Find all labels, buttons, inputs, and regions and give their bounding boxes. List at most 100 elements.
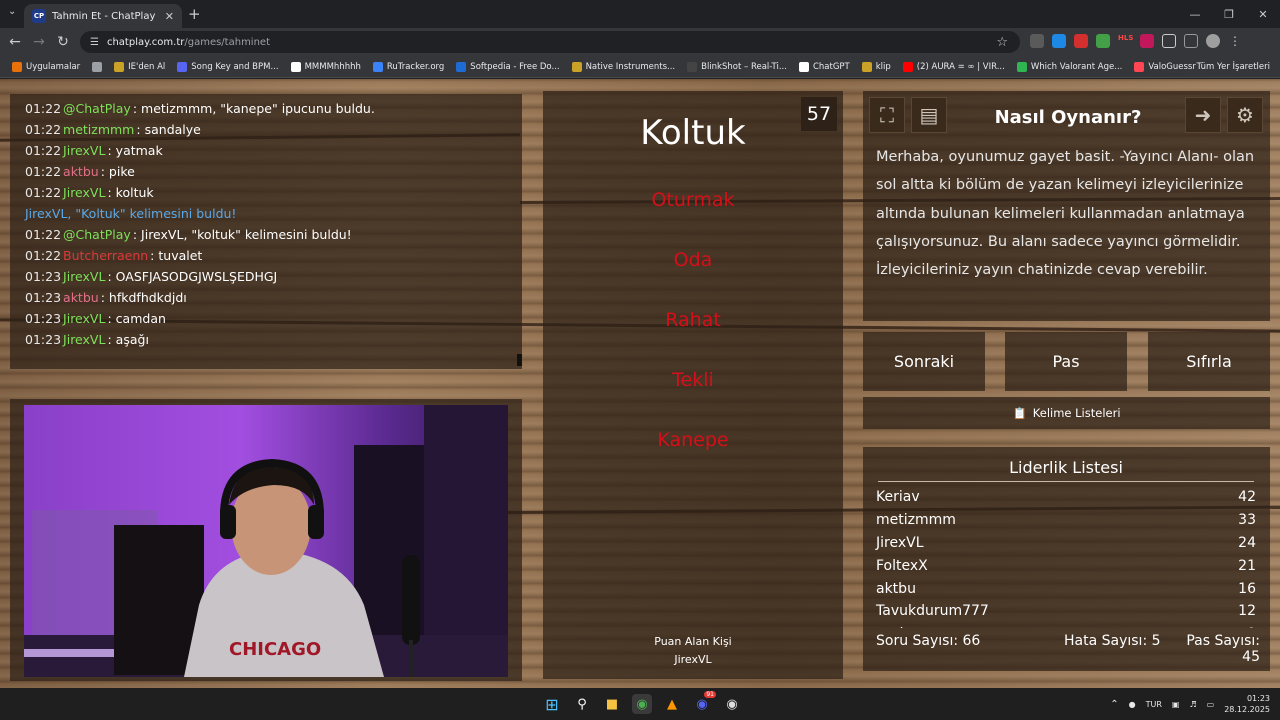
folder-icon [861,61,872,72]
volume-icon[interactable]: ♬ [1189,700,1196,709]
notes-icon[interactable]: ▤ [911,97,947,133]
next-button[interactable]: Sonraki [863,332,985,391]
close-window-icon[interactable]: ✕ [1246,0,1280,28]
leaderboard-row: JirexVL 24 [876,532,1256,555]
puzzle-extensions-icon[interactable] [1162,34,1176,48]
message-username[interactable]: @ChatPlay [63,227,131,242]
new-tab-plus-icon[interactable]: + [188,5,201,23]
message-username[interactable]: JirexVL [63,311,105,326]
network-icon[interactable]: ▣ [1172,700,1180,709]
bookmark-item[interactable]: (2) AURA = ∞ | VIR... [902,61,1005,72]
leaderboard-rows[interactable]: Keriav 42 metizmmm 33 JirexVL 24 FoltexX 21 aktb… [863,486,1270,628]
folder-icon [114,61,125,72]
error-count: Hata Sayısı: 5 [1064,633,1161,649]
bookmark-item[interactable]: IE'den Al [114,61,165,72]
reload-icon[interactable]: ↻ [51,34,75,50]
browser-tab[interactable]: CP Tahmin Et - ChatPlay ✕ [24,4,182,28]
bookmark-label: (2) AURA = ∞ | VIR... [916,61,1005,72]
message-username[interactable]: JirexVL [63,185,105,200]
player-name: metizmmm [876,512,956,529]
hls-extension-icon[interactable]: HLS [1118,34,1133,48]
bookmark-item[interactable]: BlinkShot – Real-Ti... [687,61,787,72]
battery-icon[interactable]: ▭ [1207,700,1215,709]
address-bar[interactable]: ☰ chatplay.com.tr /games/tahminet ☆ [80,31,1020,53]
chat-message: 01:22 JirexVL: yatmak [25,140,507,161]
leaderboard-row: Tavukdurum777 12 [876,600,1256,623]
download-extension-icon[interactable] [1096,34,1110,48]
forbidden-words-list: Oturmak Oda Rahat Tekli Kanepe [543,187,843,487]
message-username[interactable]: JirexVL [63,332,105,347]
bookmark-star-icon[interactable]: ☆ [996,35,1008,50]
minimize-icon[interactable]: — [1178,0,1212,28]
word-lists-button[interactable]: 📋 Kelime Listeleri [863,397,1270,429]
bookmark-item[interactable]: Uygulamalar [12,61,80,72]
record-extension-icon[interactable] [1074,34,1088,48]
message-username[interactable]: Butcherraenn [63,248,148,263]
fullscreen-icon[interactable]: ⛶ [869,97,905,133]
search-icon[interactable]: ⚲ [572,694,592,714]
forward-arrow-icon[interactable]: → [27,34,51,50]
bookmark-item[interactable] [92,61,103,72]
profile-avatar-icon[interactable] [1206,34,1220,48]
pass-button[interactable]: Pas [1005,332,1127,391]
player-name: aktbu [876,580,916,597]
bookmark-item[interactable]: Native Instruments... [571,61,675,72]
question-count: Soru Sayısı: 66 [876,633,981,649]
message-username[interactable]: aktbu [63,164,99,179]
v-icon [177,61,188,72]
exit-icon[interactable]: ➜ [1185,97,1221,133]
scorer-label: Puan Alan Kişi [654,635,732,648]
message-text: camdan [115,311,166,326]
close-tab-icon[interactable]: ✕ [165,10,174,23]
bookmark-item[interactable]: Softpedia - Free Do... [456,61,560,72]
fl-studio-icon[interactable]: ▲ [662,694,682,714]
extension-icon[interactable] [1030,34,1044,48]
message-username[interactable]: JirexVL [63,269,105,284]
bookmark-item[interactable]: MMMMhhhhh [290,61,361,72]
chat-message: 01:22 metizmmm: sandalye [25,119,507,140]
settings-gear-icon[interactable]: ⚙ [1227,97,1263,133]
windows-start-icon[interactable]: ⊞ [542,694,562,714]
restore-icon[interactable]: ❐ [1212,0,1246,28]
reset-button[interactable]: Sıfırla [1148,332,1270,391]
bookmark-item[interactable]: Which Valorant Age... [1016,61,1122,72]
clipboard-icon: 📋 [1012,406,1027,420]
message-separator: : [150,248,155,263]
site-info-icon[interactable]: ☰ [90,37,99,48]
message-text: pike [108,164,135,179]
message-username[interactable]: aktbu [63,290,99,305]
bs-icon [687,61,698,72]
message-username[interactable]: JirexVL [63,143,105,158]
pink-extension-icon[interactable] [1140,34,1154,48]
bookmark-item[interactable]: RuTracker.org [372,61,444,72]
menu-dots-icon[interactable]: ⋮ [1228,34,1242,48]
player-score: 16 [1238,580,1256,597]
microphone-icon[interactable]: ● [1129,700,1136,709]
system-clock[interactable]: 01:23 28.12.2025 [1224,693,1270,715]
all-bookmarks-link[interactable]: Tüm Yer İşaretleri [1197,62,1270,72]
message-text: yatmak [115,143,163,158]
bookmark-label: Softpedia - Free Do... [470,61,560,72]
bookmark-label: Song Key and BPM... [191,61,279,72]
bookmark-item[interactable]: ChatGPT [798,61,850,72]
show-hidden-icons-chevron-icon[interactable]: ⌃ [1110,699,1118,710]
chat-message: 01:23 JirexVL: aşağı [25,329,507,350]
back-arrow-icon[interactable]: ← [3,34,27,50]
steam-icon[interactable]: ◉ [722,694,742,714]
discord-icon[interactable]: ◉ 91 [692,691,716,714]
tab-search-chevron-icon[interactable]: ⌄ [8,6,16,17]
chrome-icon[interactable]: ◉ [632,694,652,714]
system-tray: ⌃ ● TUR ▣ ♬ ▭ 01:23 28.12.2025 [1110,693,1270,715]
chat-scrollbar[interactable] [517,354,522,366]
leaderboard-row: aktbu 16 [876,577,1256,600]
bookmark-item[interactable]: klip [861,61,891,72]
message-username[interactable]: @ChatPlay [63,101,131,116]
bookmark-item[interactable]: Song Key and BPM... [177,61,279,72]
clock-date: 28.12.2025 [1224,705,1270,714]
file-explorer-icon[interactable]: ■ [602,694,622,714]
bookmark-item[interactable]: ValoGuessr [1134,61,1196,72]
translate-extension-icon[interactable] [1052,34,1066,48]
media-controls-icon[interactable] [1184,34,1198,48]
message-username[interactable]: metizmmm [63,122,134,137]
language-indicator[interactable]: TUR [1146,700,1162,709]
